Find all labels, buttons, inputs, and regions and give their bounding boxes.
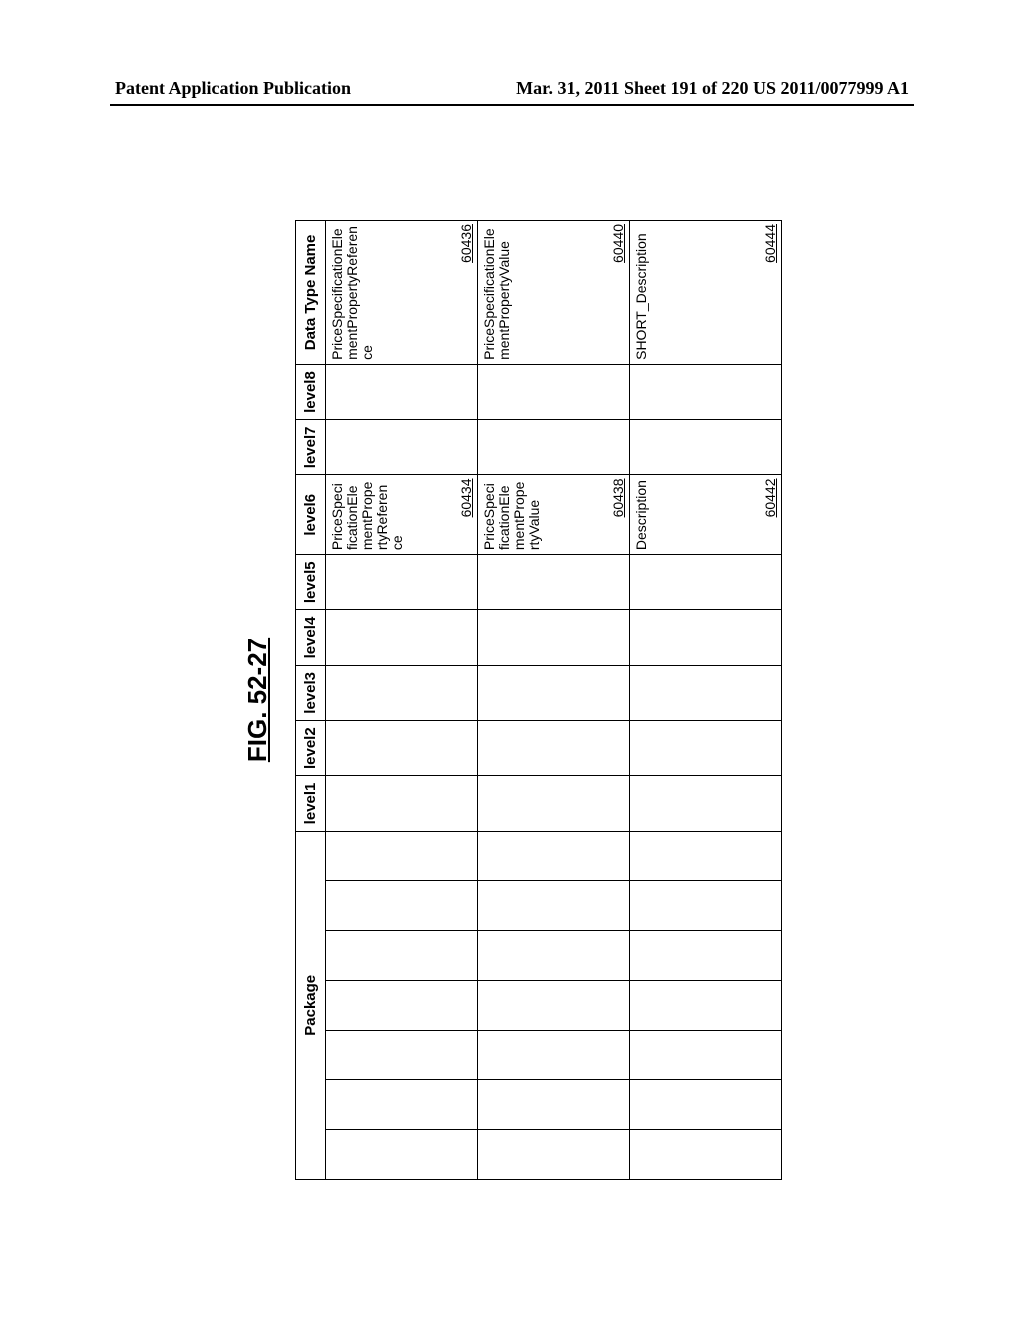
cell-text: SHORT_Description [634,225,649,360]
ref-number: 60440 [610,224,626,263]
cell-text: PriceSpecificationElementPropertyReferen… [330,479,406,550]
ref-number: 60436 [458,224,474,263]
col-level7: level7 [296,420,326,475]
col-package: Package [296,831,326,1179]
col-data-type-name: Data Type Name [296,221,326,365]
table-row: Description 60442 SHORT_Description 6044… [630,221,782,1180]
figure-sheet: FIG. 52-27 Package level1 level2 level3 … [242,200,782,1200]
ref-number: 60434 [458,478,474,517]
cell-text: Description [634,479,649,550]
cell-data-type-name: PriceSpecificationElementPropertyValue 6… [478,221,630,365]
col-level3: level3 [296,665,326,720]
cell-data-type-name: PriceSpecificationElementPropertyReferen… [326,221,478,365]
cell-text: PriceSpecificationElementPropertyValue [482,225,512,360]
col-level4: level4 [296,610,326,665]
col-level6: level6 [296,475,326,555]
table-row: PriceSpecificationElementPropertyReferen… [326,221,478,1180]
cell-text: PriceSpecificationElementPropertyValue [482,479,542,550]
ref-number: 60438 [610,478,626,517]
ref-number: 60444 [762,224,778,263]
figure-title: FIG. 52-27 [242,200,273,1200]
col-level5: level5 [296,555,326,610]
header-rule [110,104,914,106]
header-left: Patent Application Publication [115,78,351,99]
header-right: Mar. 31, 2011 Sheet 191 of 220 US 2011/0… [516,78,909,99]
col-level2: level2 [296,721,326,776]
cell-level6: PriceSpecificationElementPropertyReferen… [326,475,478,555]
table-row: PriceSpecificationElementPropertyValue 6… [478,221,630,1180]
cell-level6: Description 60442 [630,475,782,555]
cell-data-type-name: SHORT_Description 60444 [630,221,782,365]
cell-text: PriceSpecificationElementPropertyReferen… [330,225,375,360]
col-level8: level8 [296,364,326,419]
ref-number: 60442 [762,478,778,517]
col-level1: level1 [296,776,326,831]
table-header-row: Package level1 level2 level3 level4 leve… [296,221,326,1180]
cell-level6: PriceSpecificationElementPropertyValue 6… [478,475,630,555]
data-table: Package level1 level2 level3 level4 leve… [295,220,782,1180]
